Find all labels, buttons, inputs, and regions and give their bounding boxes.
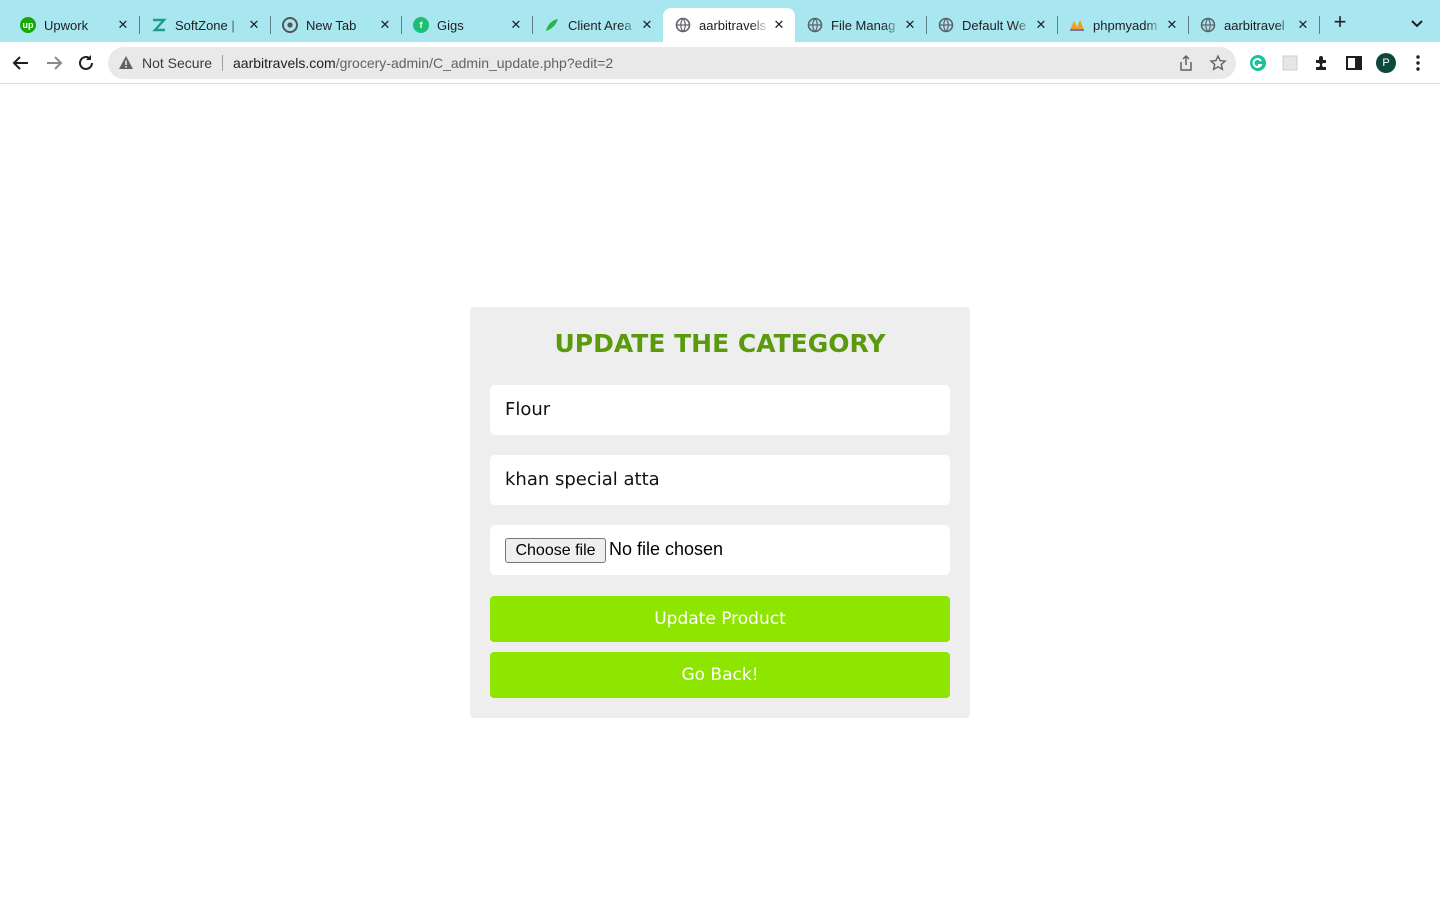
- file-status: No file chosen: [609, 539, 724, 559]
- tab-softzone[interactable]: SoftZone | ✕: [139, 8, 270, 42]
- tab-title: Default We: [962, 17, 1027, 33]
- close-icon[interactable]: ✕: [771, 17, 787, 33]
- tab-gigs[interactable]: f Gigs ✕: [401, 8, 532, 42]
- go-back-button[interactable]: Go Back!: [490, 652, 950, 698]
- tab-aarbitravels-2[interactable]: aarbitravel ✕: [1188, 8, 1319, 42]
- tab-default-web[interactable]: Default We ✕: [926, 8, 1057, 42]
- tab-title: Client Area: [568, 17, 632, 33]
- tab-separator: [1319, 16, 1320, 34]
- tab-file-manager[interactable]: File Manag ✕: [795, 8, 926, 42]
- tab-title: aarbitravels: [699, 17, 767, 33]
- reload-icon: [79, 55, 93, 70]
- divider: [222, 55, 223, 71]
- close-icon[interactable]: ✕: [246, 17, 262, 33]
- back-button[interactable]: [10, 52, 32, 74]
- product-name-input[interactable]: khan special atta: [490, 455, 950, 505]
- new-tab-button[interactable]: +: [1330, 11, 1350, 33]
- update-product-button[interactable]: Update Product: [490, 596, 950, 642]
- choose-file-button[interactable]: Choose file: [505, 538, 606, 563]
- phpmyadmin-icon: [1069, 17, 1085, 33]
- browser-toolbar: Not Secure aarbitravels.com/grocery-admi…: [0, 42, 1440, 84]
- close-icon[interactable]: ✕: [377, 17, 393, 33]
- extension-placeholder-icon[interactable]: [1280, 53, 1300, 73]
- hosting-leaf-icon: [544, 17, 560, 33]
- globe-icon: [938, 17, 954, 33]
- close-icon[interactable]: ✕: [639, 17, 655, 33]
- tab-title: phpmyadm: [1093, 17, 1158, 33]
- grammarly-extension-icon[interactable]: [1248, 53, 1268, 73]
- page-title: UPDATE THE CATEGORY: [554, 329, 886, 358]
- tab-new-tab[interactable]: New Tab ✕: [270, 8, 401, 42]
- tab-aarbitravels-active[interactable]: aarbitravels ✕: [663, 8, 795, 42]
- close-icon[interactable]: ✕: [115, 17, 131, 33]
- tab-client-area[interactable]: Client Area ✕: [532, 8, 663, 42]
- upwork-icon: up: [20, 17, 36, 33]
- tab-strip: up Upwork ✕ SoftZone | ✕ New Tab ✕ f Gig…: [0, 0, 1440, 42]
- more-vert-icon[interactable]: [1408, 53, 1428, 73]
- globe-icon: [1200, 17, 1216, 33]
- file-upload-field: Choose file No file chosen: [490, 525, 950, 575]
- forward-button[interactable]: [43, 52, 65, 74]
- avatar[interactable]: P: [1376, 53, 1396, 73]
- url-text[interactable]: aarbitravels.com/grocery-admin/C_admin_u…: [233, 55, 613, 71]
- close-icon[interactable]: ✕: [1164, 17, 1180, 33]
- close-icon[interactable]: ✕: [1295, 17, 1311, 33]
- globe-icon: [807, 17, 823, 33]
- close-icon[interactable]: ✕: [902, 17, 918, 33]
- star-icon[interactable]: [1209, 54, 1227, 72]
- tab-upwork[interactable]: up Upwork ✕: [8, 8, 139, 42]
- globe-icon: [675, 17, 691, 33]
- close-icon[interactable]: ✕: [1033, 17, 1049, 33]
- tab-title: Upwork: [44, 17, 89, 33]
- chrome-icon: [282, 17, 298, 33]
- tab-title: aarbitravel: [1224, 17, 1285, 33]
- tab-title: File Manag: [831, 17, 896, 33]
- arrow-right-icon: [47, 56, 63, 70]
- warning-icon[interactable]: [118, 55, 134, 71]
- address-bar[interactable]: Not Secure aarbitravels.com/grocery-admi…: [108, 47, 1236, 79]
- reload-button[interactable]: [75, 52, 97, 74]
- product-name-value: khan special atta: [505, 469, 660, 490]
- url-path: /grocery-admin/C_admin_update.php?edit=2: [335, 55, 614, 71]
- chevron-down-icon[interactable]: [1408, 14, 1426, 32]
- puzzle-icon[interactable]: [1312, 53, 1332, 73]
- security-status[interactable]: Not Secure: [142, 55, 212, 71]
- side-panel-icon[interactable]: [1344, 53, 1364, 73]
- softzone-icon: [151, 17, 167, 33]
- category-name-input[interactable]: Flour: [490, 385, 950, 435]
- share-icon[interactable]: [1177, 54, 1195, 72]
- close-icon[interactable]: ✕: [508, 17, 524, 33]
- update-category-form: UPDATE THE CATEGORY Flour khan special a…: [470, 307, 970, 718]
- tab-title: Gigs: [437, 17, 464, 33]
- tab-title: New Tab: [306, 17, 357, 33]
- tab-title: SoftZone |: [175, 17, 235, 33]
- url-host: aarbitravels.com: [233, 55, 336, 71]
- category-name-value: Flour: [505, 399, 551, 420]
- fiverr-icon: f: [413, 17, 429, 33]
- tab-phpmyadmin[interactable]: phpmyadm ✕: [1057, 8, 1188, 42]
- arrow-left-icon: [12, 56, 28, 70]
